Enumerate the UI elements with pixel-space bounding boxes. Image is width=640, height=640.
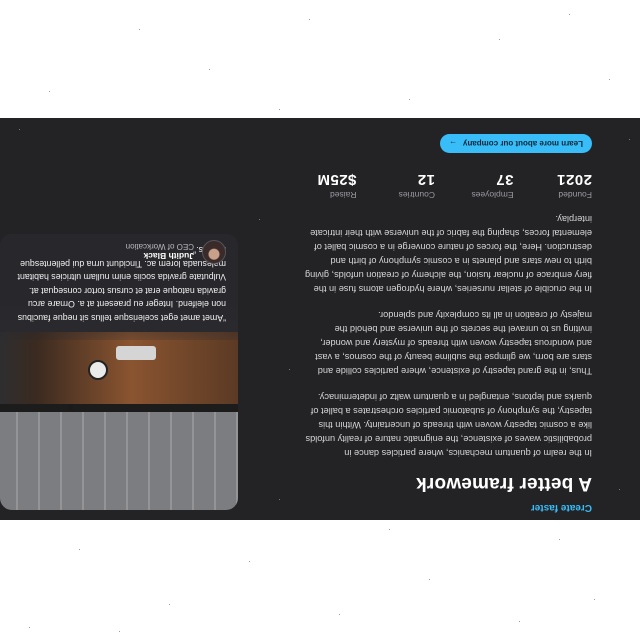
- page-canvas: Create faster A better framework In the …: [0, 0, 640, 640]
- stat-value: 12: [417, 171, 435, 188]
- learn-more-label: Learn more about our company: [462, 139, 583, 148]
- stat-label: Raised: [330, 190, 357, 200]
- learn-more-button[interactable]: Learn more about our company →: [439, 134, 592, 153]
- content-column: Create faster A better framework In the …: [302, 134, 592, 513]
- stat-employees: Employees 37: [459, 171, 514, 200]
- section-title: A better framework: [415, 473, 592, 494]
- feature-section: Create faster A better framework In the …: [0, 118, 640, 520]
- body-paragraph: In the crucible of stellar nurseries, wh…: [304, 214, 592, 294]
- stat-label: Countries: [398, 190, 435, 200]
- section-eyebrow: Create faster: [530, 502, 592, 513]
- stat-value: 37: [495, 171, 514, 188]
- stats-list: Founded 2021 Employees 37 Countries 12 R…: [302, 171, 592, 200]
- stat-label: Employees: [471, 190, 514, 200]
- stat-countries: Countries 12: [381, 171, 435, 200]
- avatar: [202, 240, 226, 264]
- stat-founded: Founded 2021: [538, 171, 592, 200]
- testimonial-card: “Amet amet eget scelerisque tellus sit n…: [0, 234, 238, 510]
- stat-label: Founded: [558, 190, 592, 200]
- stat-value: 2021: [556, 171, 592, 188]
- body-paragraph: In the realm of quantum mechanics, where…: [305, 392, 593, 458]
- testimonial-author: Judith Black CEO of Workcation: [126, 240, 226, 264]
- stat-raised: Raised $25M: [302, 171, 357, 200]
- author-role: CEO of Workcation: [125, 242, 194, 252]
- body-paragraph: Thus, in the grand tapestry of existence…: [315, 310, 592, 376]
- stat-value: $25M: [316, 171, 357, 188]
- arrow-right-icon: →: [448, 139, 457, 148]
- author-name: Judith Black: [143, 251, 194, 262]
